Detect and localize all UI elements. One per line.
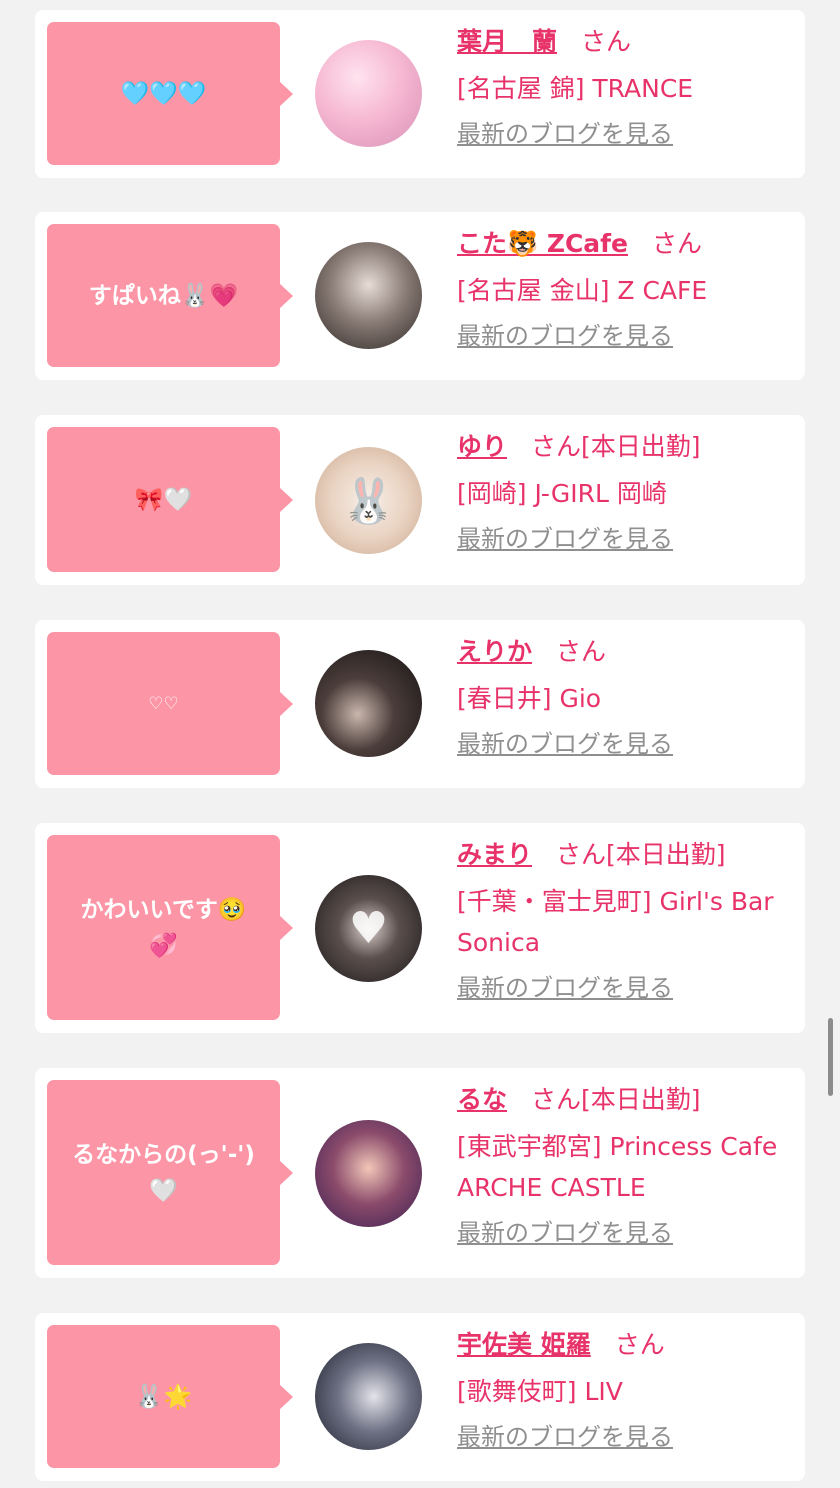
avatar[interactable]: ♥ (315, 875, 422, 982)
latest-blog-link[interactable]: 最新のブログを見る (457, 117, 673, 151)
honorific: さん (614, 1330, 665, 1359)
avatar[interactable] (315, 242, 422, 349)
avatar[interactable] (315, 40, 422, 147)
working-today-badge: [本日出勤] (581, 432, 701, 461)
message-bubble: 🐰🌟 (47, 1325, 293, 1468)
latest-blog-link[interactable]: 最新のブログを見る (457, 1216, 673, 1250)
message-bubble: 🩵🩵🩵 (47, 22, 293, 165)
shop-label: [千葉・富士見町] Girl's Bar Sonica (457, 887, 774, 957)
cast-name-link[interactable]: みまり (457, 840, 532, 869)
cast-name-link[interactable]: るな (457, 1085, 507, 1114)
shop-label: [名古屋 金山] Z CAFE (457, 276, 708, 305)
list-item: 🐰🌟 宇佐美 姫羅 さん [歌舞伎町] LIV 最新のブログを見る (35, 1313, 805, 1481)
cast-name-link[interactable]: ゆり (457, 432, 507, 461)
heart-icon: ♥ (348, 903, 389, 954)
list-item: ♡♡ えりか さん [春日井] Gio 最新のブログを見る (35, 620, 805, 788)
avatar[interactable] (315, 1343, 422, 1450)
shop-label: [歌舞伎町] LIV (457, 1377, 623, 1406)
honorific: さん (652, 229, 703, 258)
cast-name-link[interactable]: えりか (457, 637, 532, 666)
message-bubble: るなからの(っ'-') 🤍 (47, 1080, 293, 1265)
bunny-face-icon: 🐰 (341, 475, 396, 527)
cast-name-link[interactable]: こた🐯 ZCafe (457, 229, 628, 258)
latest-blog-link[interactable]: 最新のブログを見る (457, 522, 673, 556)
list-item: すぱいね🐰💗 こた🐯 ZCafe さん [名古屋 金山] Z CAFE 最新のブロ… (35, 212, 805, 380)
honorific: さん (556, 637, 607, 666)
latest-blog-link[interactable]: 最新のブログを見る (457, 319, 673, 353)
message-bubble: すぱいね🐰💗 (47, 224, 293, 367)
scrollbar[interactable] (828, 1018, 833, 1096)
honorific: さん (581, 27, 632, 56)
honorific: さん (531, 1085, 582, 1114)
shop-label: [岡崎] J-GIRL 岡崎 (457, 479, 667, 508)
honorific: さん (531, 432, 582, 461)
shop-label: [春日井] Gio (457, 684, 602, 713)
list-item: るなからの(っ'-') 🤍 るな さん[本日出勤] [東武宇都宮] Princes… (35, 1068, 805, 1278)
shop-label: [名古屋 錦] TRANCE (457, 74, 694, 103)
cast-name-link[interactable]: 宇佐美 姫羅 (457, 1330, 591, 1359)
list-item: かわいいです🥹 💞 ♥ みまり さん[本日出勤] [千葉・富士見町] Girl's… (35, 823, 805, 1033)
avatar[interactable] (315, 650, 422, 757)
shop-label: [東武宇都宮] Princess Cafe ARCHE CASTLE (457, 1132, 778, 1202)
cast-name-link[interactable]: 葉月 蘭 (457, 27, 557, 56)
avatar[interactable]: 🐰 (315, 447, 422, 554)
working-today-badge: [本日出勤] (581, 1085, 701, 1114)
list-item: 🎀🤍 🐰 ゆり さん[本日出勤] [岡崎] J-GIRL 岡崎 最新のブログを見る (35, 415, 805, 585)
working-today-badge: [本日出勤] (606, 840, 726, 869)
avatar[interactable] (315, 1120, 422, 1227)
latest-blog-link[interactable]: 最新のブログを見る (457, 727, 673, 761)
latest-blog-link[interactable]: 最新のブログを見る (457, 1420, 673, 1454)
message-bubble: ♡♡ (47, 632, 293, 775)
list-item: 🩵🩵🩵 葉月 蘭さん [名古屋 錦] TRANCE 最新のブログを見る (35, 10, 805, 178)
honorific: さん (556, 840, 607, 869)
message-bubble: かわいいです🥹 💞 (47, 835, 293, 1020)
message-bubble: 🎀🤍 (47, 427, 293, 572)
latest-blog-link[interactable]: 最新のブログを見る (457, 971, 673, 1005)
